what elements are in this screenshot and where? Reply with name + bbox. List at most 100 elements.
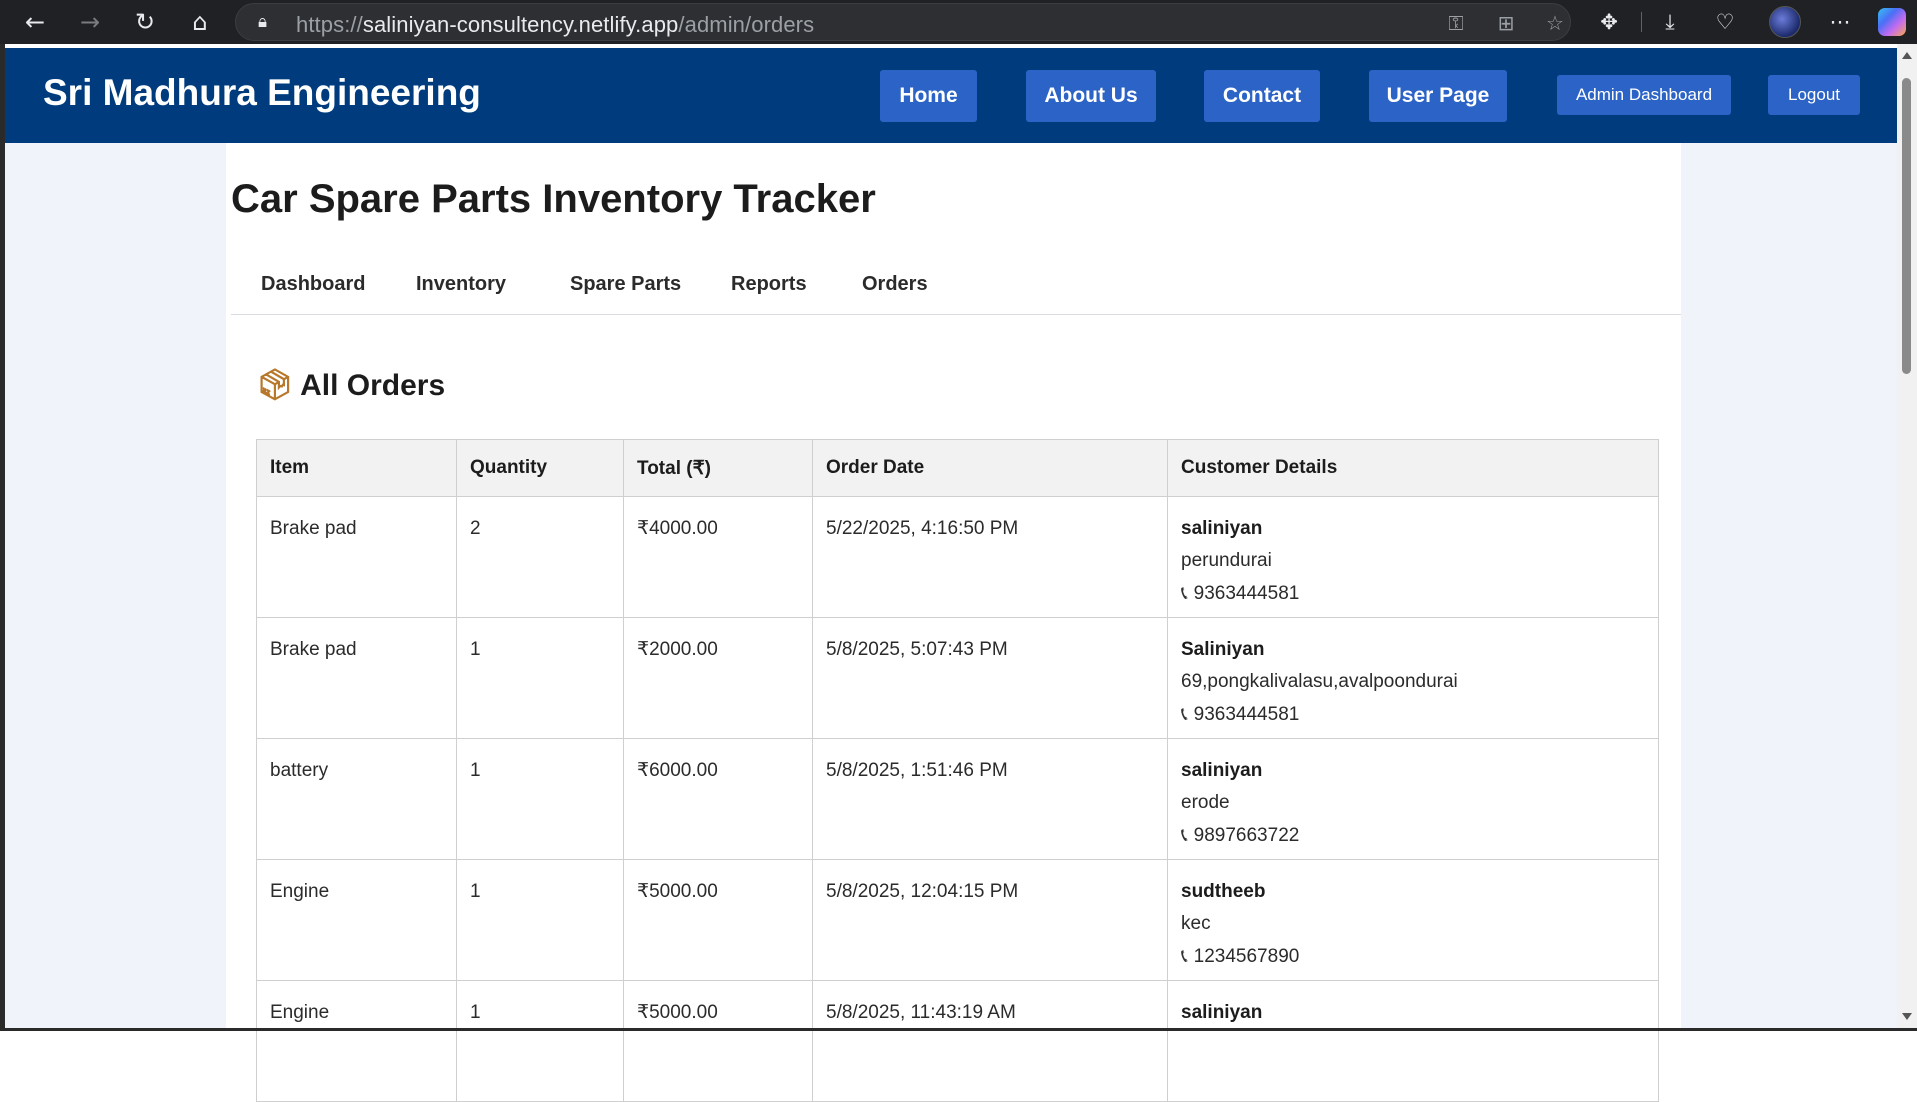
cell-total: ₹5000.00 xyxy=(623,980,813,1102)
cell-total: ₹6000.00 xyxy=(623,738,813,860)
page-background: Car Spare Parts Inventory Tracker Dashbo… xyxy=(5,143,1897,1102)
home-button[interactable]: Home xyxy=(880,70,977,122)
tab-dashboard[interactable]: Dashboard xyxy=(261,273,365,296)
site-brand[interactable]: Sri Madhura Engineering xyxy=(43,72,481,114)
cell-item: Engine xyxy=(256,980,457,1102)
customer-address: 69,pongkalivalasu,avalpoondurai xyxy=(1181,671,1458,692)
table-row: Engine 1 ₹5000.00 5/8/2025, 12:04:15 PM … xyxy=(256,859,1659,981)
main-content: Car Spare Parts Inventory Tracker Dashbo… xyxy=(226,143,1681,1102)
cell-order-date: 5/8/2025, 5:07:43 PM xyxy=(812,617,1168,739)
user-page-button[interactable]: User Page xyxy=(1369,70,1507,122)
cell-total: ₹5000.00 xyxy=(623,859,813,981)
star-icon[interactable]: ☆ xyxy=(1542,10,1568,36)
cell-order-date: 5/8/2025, 11:43:19 AM xyxy=(812,980,1168,1102)
cell-total: ₹4000.00 xyxy=(623,496,813,618)
site-header: Sri Madhura Engineering Home About Us Co… xyxy=(5,48,1897,143)
orders-heading-text: All Orders xyxy=(300,369,446,402)
address-bar[interactable]: 🔒︎ https://saliniyan-consultency.netlify… xyxy=(235,3,1571,41)
about-us-button[interactable]: About Us xyxy=(1026,70,1156,122)
reload-icon[interactable]: ↻ xyxy=(127,6,163,38)
customer-phone: 9363444581 xyxy=(1193,583,1300,604)
sub-navigation: Dashboard Inventory Spare Parts Reports … xyxy=(231,257,1681,315)
cell-customer-details: saliniyan erode 📞︎ 9897663722 xyxy=(1167,738,1659,860)
key-icon[interactable]: ⚿ xyxy=(1443,10,1469,36)
customer-phone-line: 📞︎ 9363444581 xyxy=(1181,577,1645,610)
cell-item: Brake pad xyxy=(256,496,457,618)
customer-name: saliniyan xyxy=(1181,518,1263,539)
apps-icon[interactable]: ⊞ xyxy=(1493,10,1519,36)
copilot-icon[interactable] xyxy=(1878,8,1906,36)
cell-order-date: 5/22/2025, 4:16:50 PM xyxy=(812,496,1168,618)
customer-address: perundurai xyxy=(1181,550,1272,571)
customer-name: saliniyan xyxy=(1181,760,1263,781)
table-row: Engine 1 ₹5000.00 5/8/2025, 11:43:19 AM … xyxy=(256,980,1659,1102)
section-heading: 📦︎ All Orders xyxy=(256,368,445,403)
more-icon[interactable]: ⋯ xyxy=(1823,6,1857,38)
page-scrollbar[interactable] xyxy=(1897,44,1917,1028)
scrollbar-thumb[interactable] xyxy=(1902,78,1911,374)
tab-reports[interactable]: Reports xyxy=(731,273,807,296)
url-prefix: https:// xyxy=(296,12,363,37)
cell-customer-details: saliniyan xyxy=(1167,980,1659,1102)
cell-quantity: 1 xyxy=(456,980,624,1102)
cell-item: battery xyxy=(256,738,457,860)
customer-phone: 1234567890 xyxy=(1193,946,1300,967)
column-header-quantity: Quantity xyxy=(456,439,624,497)
cell-item: Brake pad xyxy=(256,617,457,739)
heart-pulse-icon[interactable]: ♡ xyxy=(1708,6,1742,38)
customer-name: saliniyan xyxy=(1181,1002,1263,1023)
customer-phone: 9363444581 xyxy=(1193,704,1300,725)
customer-address: kec xyxy=(1181,913,1211,934)
lock-icon[interactable]: 🔒︎ xyxy=(258,12,278,32)
scroll-down-arrow-icon[interactable] xyxy=(1902,1013,1912,1020)
contact-button[interactable]: Contact xyxy=(1204,70,1320,122)
avatar[interactable] xyxy=(1769,6,1801,38)
cell-customer-details: sudtheeb kec 📞︎ 1234567890 xyxy=(1167,859,1659,981)
column-header-item: Item xyxy=(256,439,457,497)
url-path: /admin/orders xyxy=(678,12,815,37)
customer-name: Saliniyan xyxy=(1181,639,1265,660)
cell-item: Engine xyxy=(256,859,457,981)
cell-total: ₹2000.00 xyxy=(623,617,813,739)
browser-toolbar: ← → ↻ ⌂ 🔒︎ https://saliniyan-consultency… xyxy=(0,0,1917,44)
phone-icon: 📞︎ xyxy=(1181,703,1188,725)
url-host: saliniyan-consultency.netlify.app xyxy=(362,12,679,37)
customer-phone-line: 📞︎ 1234567890 xyxy=(1181,940,1645,973)
cell-quantity: 1 xyxy=(456,617,624,739)
column-header-total: Total (₹) xyxy=(623,439,813,497)
page-title: Car Spare Parts Inventory Tracker xyxy=(231,177,876,221)
home-icon[interactable]: ⌂ xyxy=(182,6,218,38)
scroll-up-arrow-icon[interactable] xyxy=(1902,52,1912,59)
column-header-order-date: Order Date xyxy=(812,439,1168,497)
orders-table: Item Quantity Total (₹) Order Date Custo… xyxy=(256,439,1659,1102)
extensions-icon[interactable]: ✥ xyxy=(1592,6,1626,38)
column-header-customer-details: Customer Details xyxy=(1167,439,1659,497)
cell-customer-details: Saliniyan 69,pongkalivalasu,avalpoondura… xyxy=(1167,617,1659,739)
table-row: battery 1 ₹6000.00 5/8/2025, 1:51:46 PM … xyxy=(256,738,1659,860)
customer-phone-line: 📞︎ 9897663722 xyxy=(1181,819,1645,852)
phone-icon: 📞︎ xyxy=(1181,582,1188,604)
customer-address: erode xyxy=(1181,792,1230,813)
customer-name: sudtheeb xyxy=(1181,881,1266,902)
table-row: Brake pad 1 ₹2000.00 5/8/2025, 5:07:43 P… xyxy=(256,617,1659,739)
cell-customer-details: saliniyan perundurai 📞︎ 9363444581 xyxy=(1167,496,1659,618)
cell-quantity: 1 xyxy=(456,738,624,860)
phone-icon: 📞︎ xyxy=(1181,945,1188,967)
forward-arrow-icon[interactable]: → xyxy=(72,6,108,38)
admin-dashboard-button[interactable]: Admin Dashboard xyxy=(1557,75,1731,115)
logout-button[interactable]: Logout xyxy=(1768,75,1860,115)
tab-orders[interactable]: Orders xyxy=(862,273,928,296)
customer-phone: 9897663722 xyxy=(1193,825,1300,846)
cell-quantity: 1 xyxy=(456,859,624,981)
url-text[interactable]: https://saliniyan-consultency.netlify.ap… xyxy=(296,12,814,38)
toolbar-divider xyxy=(1641,12,1642,32)
download-icon[interactable]: ⤓ xyxy=(1653,6,1687,38)
back-arrow-icon[interactable]: ← xyxy=(17,6,53,38)
cell-order-date: 5/8/2025, 1:51:46 PM xyxy=(812,738,1168,860)
phone-icon: 📞︎ xyxy=(1181,824,1188,846)
tab-inventory[interactable]: Inventory xyxy=(416,273,506,296)
tab-spare-parts[interactable]: Spare Parts xyxy=(570,273,681,296)
table-header-row: Item Quantity Total (₹) Order Date Custo… xyxy=(256,439,1659,497)
customer-phone-line: 📞︎ 9363444581 xyxy=(1181,698,1645,731)
cell-quantity: 2 xyxy=(456,496,624,618)
